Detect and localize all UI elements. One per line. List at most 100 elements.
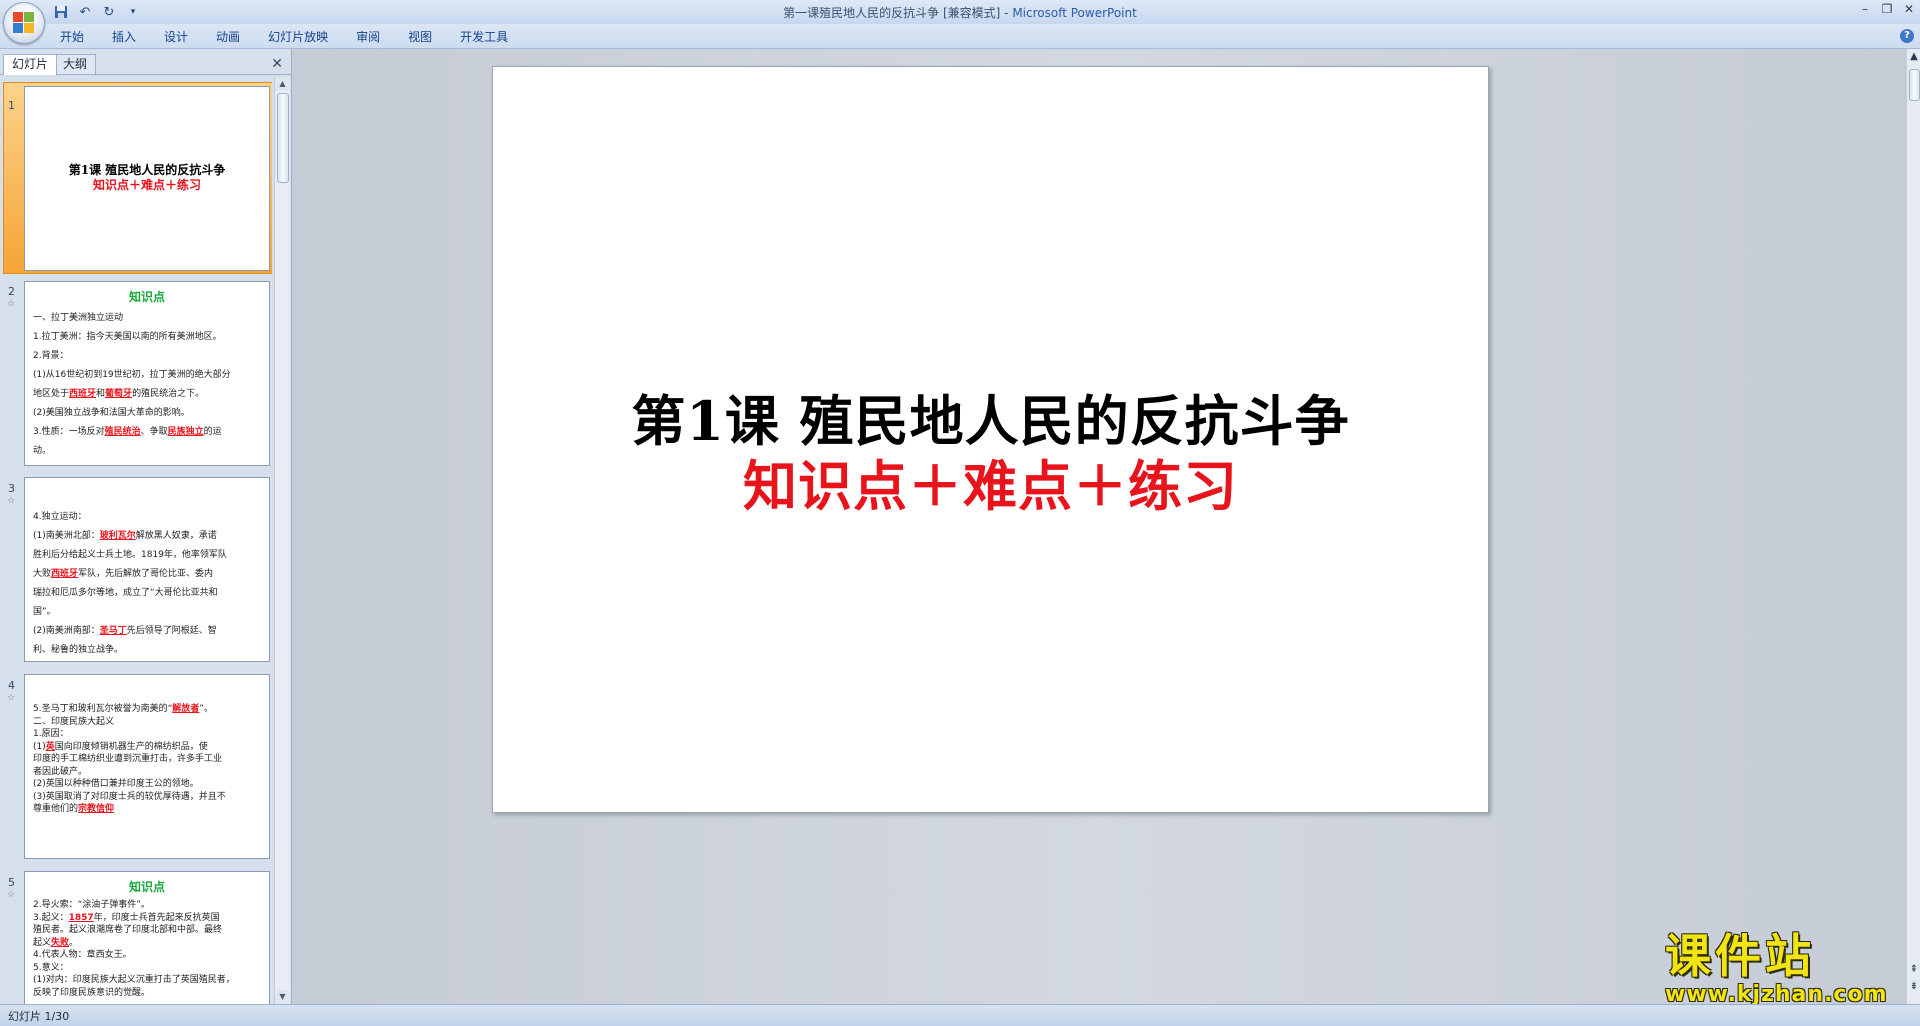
thumbnail-line: 二、印度民族大起义 [33, 716, 115, 727]
thumbnail-line: 殖民者。起义浪潮席卷了印度北部和中部。最终 [33, 925, 223, 935]
answer-text: 1857 [68, 912, 94, 923]
scroll-up-icon[interactable]: ▲ [275, 77, 290, 91]
thumbnail-line: 2.导火索：“涂油子弹事件”。 [33, 900, 150, 910]
scroll-up-icon[interactable]: ▲ [1907, 51, 1920, 62]
scrollbar-thumb[interactable] [1909, 69, 1920, 101]
thumbnail-line: 5.圣马丁和玻利瓦尔被誉为南美的“解放者”。 [33, 703, 261, 716]
office-logo-icon [13, 12, 35, 34]
thumbnail-line: 瑞拉和厄瓜多尔等地，成立了“大哥伦比亚共和 [33, 588, 218, 598]
title-bar: 第一课殖民地人民的反抗斗争 [兼容模式] - Microsoft PowerPo… [0, 0, 1920, 25]
window-title: 第一课殖民地人民的反抗斗争 [兼容模式] - Microsoft PowerPo… [0, 4, 1920, 21]
text-run: 军队，先后解放了哥伦比亚、委内 [78, 569, 214, 579]
minimize-icon[interactable]: – [1854, 0, 1876, 18]
answer-text: 西班牙 [69, 389, 97, 399]
thumbnail-line: 地区处于西班牙和葡萄牙的殖民统治之下。 [33, 385, 261, 404]
text-run: ”。 [199, 704, 213, 714]
text-run: 先后领导了阿根廷、智 [126, 626, 217, 636]
close-pane-icon[interactable]: ✕ [271, 56, 283, 72]
answer-text: 解放者 [172, 704, 200, 714]
thumbnail-line: 4.独立运动： [33, 512, 87, 522]
slide-thumbnail-1[interactable]: 第1课 殖民地人民的反抗斗争 知识点＋难点＋练习 [24, 86, 270, 271]
thumbnail-line: 1.拉丁美洲：指今天美国以南的所有美洲地区。 [33, 332, 222, 342]
thumbnail-line: 4.代表人物：章西女王。 [33, 950, 132, 960]
animation-star-icon: ☆ [7, 496, 16, 506]
slide-thumbnail-3[interactable]: 4.独立运动： (1)南美洲北部：玻利瓦尔解放黑人奴隶，承诺 胜利后分给起义士兵… [24, 477, 270, 662]
document-title: 第一课殖民地人民的反抗斗争 [兼容模式] [783, 6, 1001, 20]
animation-star-icon: ☆ [7, 299, 16, 309]
answer-text: 失败 [51, 937, 70, 948]
thumbnail-line: 尊重他们的宗教信仰 [33, 803, 261, 816]
text-run: 5.圣马丁和玻利瓦尔被誉为南美的“ [33, 704, 173, 714]
text-run: 、争取 [140, 427, 168, 437]
tab-home[interactable]: 开始 [46, 28, 98, 46]
thumbnail-number: 1 [8, 99, 15, 112]
save-icon[interactable] [52, 3, 70, 21]
thumbnail-text: 4.独立运动： (1)南美洲北部：玻利瓦尔解放黑人奴隶，承诺 胜利后分给起义士兵… [25, 478, 269, 660]
thumbnail-line: 起义失败。 [33, 937, 261, 950]
tab-slides[interactable]: 幻灯片 [3, 54, 58, 75]
app-name: Microsoft PowerPoint [1012, 6, 1137, 20]
thumbnail-line: 一、拉丁美洲独立运动 [33, 313, 124, 323]
text-run: 尊重他们的 [33, 804, 79, 814]
answer-text: 英 [45, 741, 55, 752]
thumbnail-line: 反映了印度民族意识的觉醒。 [33, 987, 151, 998]
text-run: (2)南美洲南部： [33, 626, 100, 636]
thumbnails-scrollbar[interactable]: ▲ ▼ [274, 77, 290, 1004]
thumbnail-line: 3.性质：一场反对殖民统治、争取民族独立的运 [33, 423, 261, 442]
answer-text: 葡萄牙 [105, 389, 133, 399]
scroll-down-icon[interactable]: ▼ [275, 990, 290, 1004]
slide-thumbnail-5[interactable]: 知识点 2.导火索：“涂油子弹事件”。 3.起义：1857年，印度士兵首先起来反… [24, 871, 270, 1004]
help-icon[interactable]: ? [1900, 29, 1914, 43]
slide-thumbnail-2[interactable]: 知识点 一、拉丁美洲独立运动 1.拉丁美洲：指今天美国以南的所有美洲地区。 2.… [24, 281, 270, 466]
thumbnail-line: 利、秘鲁的独立战争。 [33, 645, 124, 655]
thumbnail-line: 国”。 [33, 607, 56, 617]
text-run: 3.性质：一场反对 [33, 427, 105, 437]
tab-review[interactable]: 审阅 [342, 28, 394, 46]
watermark-logo: 课件站 www.kjzhan.com [1665, 920, 1915, 1010]
tab-slideshow[interactable]: 幻灯片放映 [254, 28, 342, 46]
tab-developer[interactable]: 开发工具 [446, 28, 522, 46]
watermark-text: 课件站 [1665, 929, 1815, 983]
thumbnail-number: 4 [8, 679, 15, 692]
restore-icon[interactable]: ❐ [1876, 0, 1898, 18]
thumbnail-line: (1)对内：印度民族大起义沉重打击了英国殖民者， [33, 975, 235, 985]
thumbnail-line: 大败西班牙军队，先后解放了哥伦比亚、委内 [33, 565, 261, 584]
slide-thumbnail-4[interactable]: 5.圣马丁和玻利瓦尔被誉为南美的“解放者”。 二、印度民族大起义 1.原因： (… [24, 674, 270, 859]
slide-subtitle[interactable]: 知识点＋难点＋练习 [493, 442, 1488, 521]
text-run: 地区处于 [33, 389, 70, 399]
current-slide[interactable]: 第1课 殖民地人民的反抗斗争 知识点＋难点＋练习 [492, 66, 1489, 813]
text-run: (1) [33, 741, 46, 752]
text-run: (1)南美洲北部： [33, 531, 100, 541]
ribbon-tabs: 开始 插入 设计 动画 幻灯片放映 审阅 视图 开发工具 [46, 28, 522, 46]
tab-design[interactable]: 设计 [150, 28, 202, 46]
office-button[interactable] [3, 2, 45, 44]
undo-icon[interactable]: ↶ [76, 3, 94, 21]
slide-counter: 幻灯片 1/30 [8, 1010, 70, 1023]
status-bar: 幻灯片 1/30 [0, 1004, 1920, 1026]
office-logo-red [13, 12, 23, 22]
answer-text: 圣马丁 [99, 626, 127, 636]
thumbnail-line: 印度的手工棉纺织业遭到沉重打击，许多手工业 [33, 754, 223, 764]
window-controls: – ❐ ✕ [1854, 0, 1920, 20]
text-run: 大败 [33, 569, 52, 579]
redo-icon[interactable]: ↻ [100, 3, 118, 21]
scrollbar-thumb[interactable] [277, 93, 289, 183]
thumbnail-line: (2)美国独立战争和法国大革命的影响。 [33, 408, 190, 418]
tab-outline[interactable]: 大纲 [54, 54, 97, 74]
thumbnail-line: (1)从16世纪初到19世纪初，拉丁美洲的绝大部分 [33, 370, 231, 380]
text-run: 解放黑人奴隶，承诺 [135, 531, 217, 541]
slides-pane: 幻灯片 大纲 ✕ 1 第1课 殖民地人民的反抗斗争 知识点＋难点＋练习 2 ☆ … [0, 49, 292, 1004]
thumbnail-text: 5.圣马丁和玻利瓦尔被誉为南美的“解放者”。 二、印度民族大起义 1.原因： (… [25, 675, 269, 816]
tab-insert[interactable]: 插入 [98, 28, 150, 46]
text-run: 的运 [203, 427, 222, 437]
slide-scrollbar[interactable]: ▲ ⇞ ⇟ [1906, 49, 1920, 1004]
answer-text: 玻利瓦尔 [99, 531, 136, 541]
text-run: 。 [69, 937, 79, 948]
tab-animations[interactable]: 动画 [202, 28, 254, 46]
tab-view[interactable]: 视图 [394, 28, 446, 46]
close-window-icon[interactable]: ✕ [1898, 0, 1920, 18]
thumbnail-line: (1)英国向印度倾销机器生产的棉纺织品，使 [33, 741, 261, 754]
customize-toolbar-icon[interactable]: ▾ [124, 3, 142, 21]
thumbnail-line: 胜利后分给起义士兵土地。1819年，他率领军队 [33, 550, 227, 560]
thumbnail-line: 2.背景： [33, 351, 69, 361]
